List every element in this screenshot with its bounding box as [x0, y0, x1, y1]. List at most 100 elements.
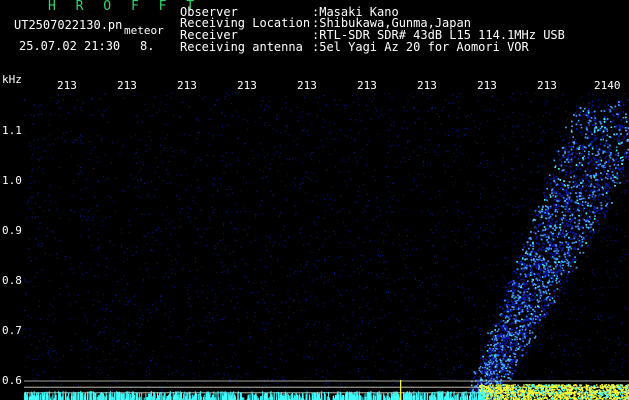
noise-pixel: [569, 319, 571, 320]
noise-pixel: [279, 243, 281, 245]
noise-pixel: [527, 124, 529, 126]
noise-pixel: [584, 229, 586, 231]
noise-pixel: [193, 166, 195, 168]
noise-pixel: [386, 166, 387, 168]
noise-pixel: [491, 276, 492, 277]
noise-pixel: [600, 314, 602, 316]
noise-pixel: [227, 272, 229, 274]
noise-pixel: [110, 310, 112, 312]
noise-pixel: [363, 358, 365, 360]
noise-pixel: [54, 237, 56, 239]
noise-pixel: [301, 116, 303, 118]
noise-pixel: [384, 314, 386, 316]
noise-pixel: [413, 96, 415, 98]
noise-pixel: [452, 127, 454, 129]
noise-pixel: [60, 108, 62, 109]
noise-pixel: [454, 379, 456, 380]
noise-pixel: [466, 354, 468, 356]
noise-pixel: [588, 346, 590, 348]
noise-pixel: [88, 210, 90, 212]
noise-pixel: [221, 111, 223, 113]
noise-pixel: [41, 354, 43, 356]
noise-pixel: [273, 193, 274, 195]
noise-pixel: [70, 319, 71, 321]
noise-pixel: [156, 262, 158, 264]
noise-pixel: [318, 321, 320, 323]
noise-pixel: [387, 201, 389, 203]
noise-pixel: [34, 276, 36, 278]
noise-pixel: [52, 350, 54, 352]
noise-pixel: [194, 261, 196, 263]
noise-pixel: [185, 168, 187, 170]
noise-pixel: [317, 147, 319, 149]
noise-pixel: [449, 102, 451, 104]
noise-pixel: [434, 256, 436, 258]
noise-pixel: [256, 191, 258, 193]
noise-pixel: [104, 179, 106, 181]
noise-pixel: [264, 109, 266, 111]
noise-pixel: [308, 276, 310, 278]
noise-pixel: [422, 92, 424, 94]
noise-pixel: [611, 379, 613, 381]
noise-pixel: [624, 93, 626, 95]
noise-pixel: [225, 172, 226, 174]
noise-pixel: [200, 236, 202, 238]
noise-pixel: [24, 310, 25, 311]
noise-pixel: [361, 269, 363, 271]
noise-pixel: [455, 130, 457, 132]
noise-pixel: [456, 96, 457, 98]
noise-pixel: [324, 198, 326, 200]
noise-pixel: [526, 353, 528, 355]
noise-pixel: [543, 103, 545, 105]
noise-pixel: [82, 340, 84, 342]
noise-pixel: [502, 103, 504, 105]
noise-pixel: [268, 100, 270, 102]
noise-pixel: [377, 254, 379, 256]
noise-pixel: [459, 366, 461, 368]
noise-pixel: [472, 377, 474, 379]
noise-pixel: [286, 126, 288, 128]
noise-pixel: [206, 154, 208, 156]
noise-pixel: [462, 212, 464, 214]
noise-pixel: [460, 365, 462, 366]
noise-pixel: [358, 103, 360, 105]
noise-pixel: [151, 250, 153, 252]
noise-pixel: [42, 338, 44, 340]
noise-pixel: [512, 125, 513, 127]
noise-pixel: [425, 152, 427, 153]
noise-pixel: [171, 92, 173, 94]
noise-pixel: [166, 95, 168, 97]
noise-pixel: [274, 146, 276, 148]
noise-pixel: [235, 354, 237, 356]
noise-pixel: [427, 97, 429, 99]
noise-pixel: [326, 369, 328, 371]
noise-pixel: [306, 261, 308, 262]
noise-pixel: [504, 256, 506, 258]
noise-pixel: [446, 353, 448, 355]
noise-pixel: [88, 367, 90, 369]
noise-pixel: [53, 321, 55, 323]
noise-pixel: [204, 353, 206, 355]
noise-pixel: [96, 372, 98, 373]
noise-pixel: [140, 179, 142, 181]
noise-pixel: [551, 372, 553, 374]
noise-pixel: [556, 217, 558, 219]
noise-pixel: [142, 161, 144, 163]
noise-pixel: [358, 237, 360, 239]
noise-pixel: [390, 299, 392, 301]
noise-pixel: [353, 245, 355, 247]
noise-pixel: [196, 138, 198, 140]
noise-pixel: [526, 332, 528, 334]
noise-pixel: [123, 319, 125, 321]
noise-pixel: [323, 321, 325, 323]
noise-pixel: [92, 304, 94, 306]
noise-pixel: [368, 98, 370, 100]
noise-pixel: [592, 234, 594, 236]
noise-pixel: [348, 230, 350, 232]
noise-pixel: [603, 179, 605, 181]
noise-pixel: [162, 180, 164, 181]
noise-pixel: [465, 244, 467, 246]
noise-pixel: [598, 99, 600, 101]
noise-pixel: [349, 275, 351, 277]
noise-pixel: [601, 319, 603, 321]
